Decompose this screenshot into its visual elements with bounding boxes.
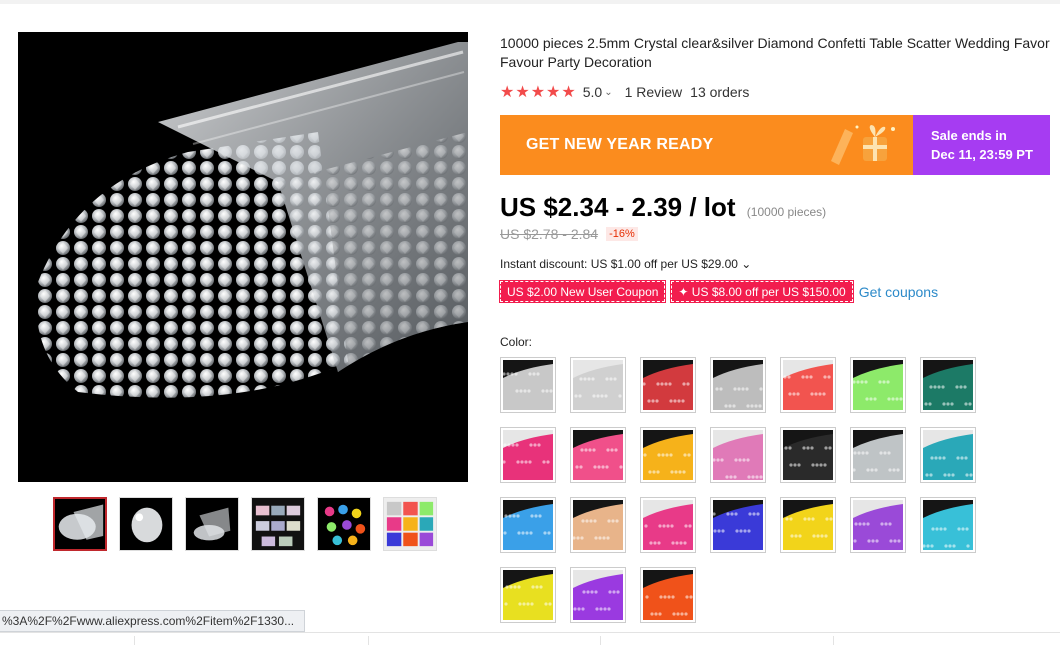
- color-swatch-image: [783, 500, 833, 550]
- thumbnail-5[interactable]: [317, 497, 371, 551]
- color-swatch[interactable]: [500, 497, 556, 553]
- color-swatch-image: [573, 360, 623, 410]
- main-product-image[interactable]: [18, 32, 468, 482]
- new-user-coupon[interactable]: US $2.00 New User Coupon: [498, 280, 667, 303]
- color-swatch[interactable]: [850, 427, 906, 483]
- color-swatch-image: [503, 500, 553, 550]
- bottom-divider-tick: [368, 636, 369, 645]
- color-swatch-image: [503, 360, 553, 410]
- sale-ends-time: Dec 11, 23:59 PT: [931, 147, 1033, 162]
- thumbnail-6[interactable]: [383, 497, 437, 551]
- color-swatch[interactable]: [780, 357, 836, 413]
- status-bar-url: %3A%2F%2Fwww.aliexpress.com%2Fitem%2F133…: [0, 610, 305, 632]
- promo-banner[interactable]: GET NEW YEAR READY Sale ends in Dec 11, …: [500, 115, 1050, 175]
- color-swatch[interactable]: [640, 427, 696, 483]
- color-swatch[interactable]: [570, 497, 626, 553]
- color-swatch-grid: [500, 357, 990, 623]
- promo-banner-left: GET NEW YEAR READY: [500, 115, 913, 175]
- chevron-down-icon[interactable]: ⌄: [604, 87, 612, 98]
- color-swatch-image: [573, 500, 623, 550]
- color-swatch[interactable]: [710, 357, 766, 413]
- color-swatch-image: [713, 500, 763, 550]
- thumbnail-3[interactable]: [185, 497, 239, 551]
- color-swatch-image: [923, 500, 973, 550]
- original-price: US $2.78 - 2.84: [500, 226, 599, 242]
- price-range: US $2.34 - 2.39 / lot (10000 pieces): [500, 192, 826, 223]
- color-swatch-image: [643, 430, 693, 480]
- color-swatch-image: [643, 360, 693, 410]
- rating-row: ★★★★★ 5.0 ⌄ 1 Review 13 orders: [500, 82, 749, 102]
- bottom-divider-tick: [600, 636, 601, 645]
- color-swatch-image: [713, 360, 763, 410]
- color-swatch-image: [503, 430, 553, 480]
- color-swatch-image: [853, 360, 903, 410]
- sale-ends-label: Sale ends in: [931, 128, 1007, 143]
- product-title: 10000 pieces 2.5mm Crystal clear&silver …: [500, 35, 1050, 70]
- thumbnail-4[interactable]: [251, 497, 305, 551]
- color-swatch[interactable]: [850, 357, 906, 413]
- color-swatch[interactable]: [570, 567, 626, 623]
- color-swatch[interactable]: [710, 497, 766, 553]
- thumbnail-2[interactable]: [119, 497, 173, 551]
- color-swatch[interactable]: [920, 427, 976, 483]
- bottom-divider: [0, 632, 1060, 633]
- color-swatch-image: [713, 430, 763, 480]
- color-swatch-image: [783, 360, 833, 410]
- discount-badge: -16%: [606, 227, 638, 241]
- sale-countdown: Sale ends in Dec 11, 23:59 PT: [913, 115, 1050, 175]
- color-swatch-image: [853, 430, 903, 480]
- coupon-row: US $2.00 New User Coupon ✦ US $8.00 off …: [498, 280, 938, 303]
- orders-count: 13 orders: [690, 84, 750, 100]
- price-value: US $2.34 - 2.39 / lot: [500, 192, 736, 222]
- color-swatch-image: [783, 430, 833, 480]
- thumbnail-strip: [53, 497, 437, 551]
- color-swatch[interactable]: [570, 427, 626, 483]
- gift-icon: [831, 125, 895, 165]
- rating-stars-icon: ★★★★★: [500, 84, 577, 101]
- color-swatch[interactable]: [850, 497, 906, 553]
- color-swatch[interactable]: [920, 357, 976, 413]
- top-divider: [0, 0, 1060, 4]
- store-coupon[interactable]: ✦ US $8.00 off per US $150.00: [670, 280, 854, 303]
- color-swatch-image: [643, 570, 693, 620]
- bottom-divider-tick: [833, 636, 834, 645]
- color-label: Color:: [500, 335, 533, 349]
- price-unit-note: (10000 pieces): [746, 205, 827, 219]
- thumbnail-1[interactable]: [53, 497, 107, 551]
- color-swatch[interactable]: [640, 497, 696, 553]
- color-swatch-image: [923, 430, 973, 480]
- color-swatch-image: [573, 570, 623, 620]
- color-swatch[interactable]: [640, 567, 696, 623]
- color-swatch-image: [853, 500, 903, 550]
- color-swatch[interactable]: [780, 497, 836, 553]
- color-swatch[interactable]: [500, 357, 556, 413]
- reviews-link[interactable]: 1 Review: [625, 84, 683, 100]
- instant-discount[interactable]: Instant discount: US $1.00 off per US $2…: [500, 257, 751, 271]
- promo-banner-text: GET NEW YEAR READY: [526, 136, 714, 153]
- get-coupons-link[interactable]: Get coupons: [859, 284, 938, 300]
- bottom-divider-tick: [134, 636, 135, 645]
- product-page: 10000 pieces 2.5mm Crystal clear&silver …: [0, 0, 1060, 645]
- color-swatch[interactable]: [640, 357, 696, 413]
- rating-score[interactable]: 5.0: [583, 84, 602, 100]
- color-swatch-image: [643, 500, 693, 550]
- color-swatch[interactable]: [500, 427, 556, 483]
- color-swatch-image: [503, 570, 553, 620]
- color-swatch[interactable]: [780, 427, 836, 483]
- color-swatch[interactable]: [710, 427, 766, 483]
- color-swatch[interactable]: [920, 497, 976, 553]
- color-swatch[interactable]: [570, 357, 626, 413]
- color-swatch[interactable]: [500, 567, 556, 623]
- color-swatch-image: [573, 430, 623, 480]
- original-price-row: US $2.78 - 2.84 -16%: [500, 226, 638, 242]
- color-swatch-image: [923, 360, 973, 410]
